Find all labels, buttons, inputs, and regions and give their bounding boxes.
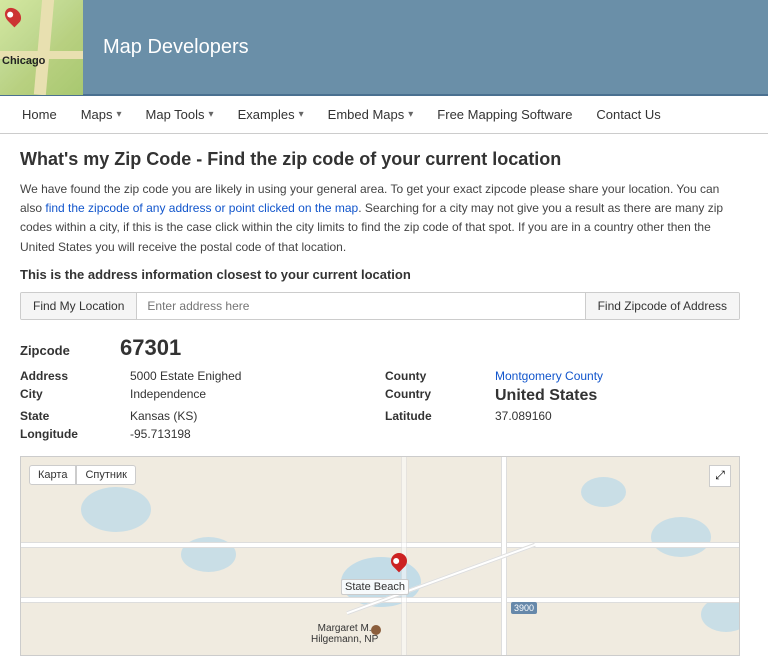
map-background: 3900 State Beach Margaret M.Hilgemann, N… bbox=[21, 457, 739, 655]
city-label: City bbox=[20, 387, 120, 405]
nav-maps[interactable]: Maps ▾ bbox=[69, 96, 134, 134]
description-text: We have found the zip code you are likel… bbox=[20, 180, 740, 257]
find-my-location-button[interactable]: Find My Location bbox=[21, 293, 137, 319]
country-label: Country bbox=[385, 387, 485, 405]
state-label: State bbox=[20, 409, 120, 423]
nav-map-tools[interactable]: Map Tools ▾ bbox=[134, 96, 226, 134]
page-title: What's my Zip Code - Find the zip code o… bbox=[20, 149, 740, 170]
latitude-label: Latitude bbox=[385, 409, 485, 423]
main-nav: Home Maps ▾ Map Tools ▾ Examples ▾ Embed… bbox=[0, 96, 768, 134]
site-title: Map Developers bbox=[103, 36, 249, 59]
map-tools-caret: ▾ bbox=[209, 109, 214, 120]
map-karta-button[interactable]: Карта bbox=[29, 465, 76, 485]
zipcode-value: 67301 bbox=[120, 335, 181, 361]
examples-caret: ▾ bbox=[299, 109, 304, 120]
road-number: 3900 bbox=[511, 602, 537, 614]
nav-contact[interactable]: Contact Us bbox=[584, 96, 672, 134]
longitude-label: Longitude bbox=[20, 427, 120, 441]
address-value: 5000 Estate Enighed bbox=[130, 369, 375, 383]
map-satellite-button[interactable]: Спутник bbox=[76, 465, 135, 485]
map-pin bbox=[391, 553, 407, 575]
chicago-label: Chicago bbox=[2, 55, 45, 67]
zipcode-label: Zipcode bbox=[20, 343, 120, 358]
embed-maps-caret: ▾ bbox=[408, 109, 413, 120]
map-thumbnail: Chicago bbox=[0, 0, 83, 95]
longitude-value: -95.713198 bbox=[130, 427, 375, 441]
country-value: United States bbox=[495, 387, 740, 405]
nav-free-mapping[interactable]: Free Mapping Software bbox=[425, 96, 584, 134]
find-zipcode-link[interactable]: find the zipcode of any address or point… bbox=[45, 201, 358, 215]
address-input[interactable] bbox=[137, 293, 584, 319]
find-zipcode-button[interactable]: Find Zipcode of Address bbox=[585, 293, 739, 319]
address-search-bar: Find My Location Find Zipcode of Address bbox=[20, 292, 740, 320]
county-label: County bbox=[385, 369, 485, 383]
zipcode-row: Zipcode 67301 bbox=[20, 335, 740, 361]
nav-home[interactable]: Home bbox=[10, 96, 69, 134]
address-label: Address bbox=[20, 369, 120, 383]
latitude-value: 37.089160 bbox=[495, 409, 740, 423]
person-label: Margaret M.Hilgemann, NP bbox=[311, 623, 378, 645]
main-content: What's my Zip Code - Find the zip code o… bbox=[0, 134, 760, 671]
city-value: Independence bbox=[130, 387, 375, 405]
nav-examples[interactable]: Examples ▾ bbox=[226, 96, 316, 134]
county-value: Montgomery County bbox=[495, 369, 740, 383]
state-beach-label: State Beach bbox=[341, 579, 409, 595]
map-area[interactable]: 3900 State Beach Margaret M.Hilgemann, N… bbox=[20, 456, 740, 656]
map-fullscreen-button[interactable]: ⤢ bbox=[709, 465, 731, 487]
map-type-controls: Карта Спутник bbox=[29, 465, 136, 485]
header: Chicago Map Developers bbox=[0, 0, 768, 96]
nav-embed-maps[interactable]: Embed Maps ▾ bbox=[316, 96, 426, 134]
location-info-grid: Address 5000 Estate Enighed County Montg… bbox=[20, 369, 740, 441]
brand-section: Map Developers bbox=[83, 36, 269, 59]
state-value: Kansas (KS) bbox=[130, 409, 375, 423]
maps-caret: ▾ bbox=[116, 109, 121, 120]
section-subtitle: This is the address information closest … bbox=[20, 267, 740, 282]
